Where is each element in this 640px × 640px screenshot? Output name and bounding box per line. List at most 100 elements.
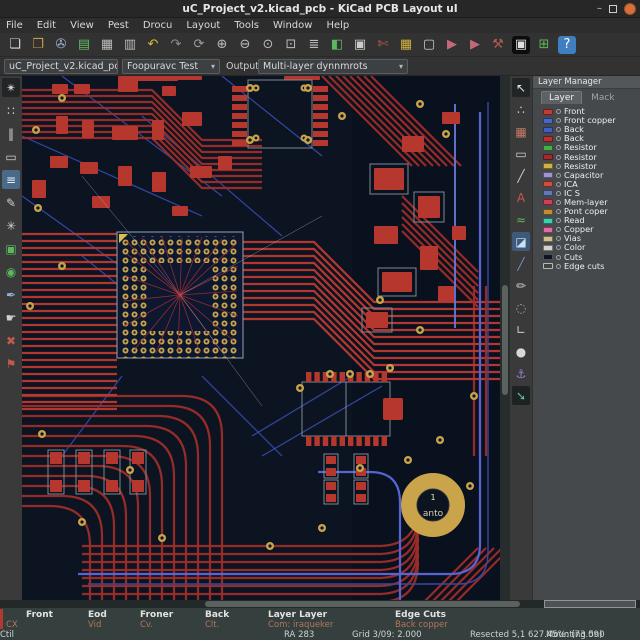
net-table-icon[interactable]: ▦ [397, 36, 415, 54]
layer-color-swatch[interactable] [543, 235, 553, 242]
track-lines-icon[interactable]: ≡ [2, 170, 20, 189]
layer-color-swatch[interactable] [543, 144, 553, 151]
zoom-out-icon[interactable]: ⊖ [236, 36, 254, 54]
redo-icon[interactable]: ↷ [167, 36, 185, 54]
layer-radio[interactable] [556, 136, 561, 142]
hierarchy-icon[interactable]: ≣ [305, 36, 323, 54]
line-tool-icon[interactable]: ╱ [512, 166, 530, 185]
layer-color-swatch[interactable] [543, 108, 553, 115]
text-tool-icon[interactable]: A [512, 188, 530, 207]
menu-item[interactable]: Help [326, 20, 349, 31]
help-icon[interactable]: ? [558, 35, 576, 54]
layer-row[interactable]: Front copper [543, 116, 640, 125]
layer-radio[interactable] [556, 181, 561, 187]
layer-row[interactable]: Color [543, 243, 640, 252]
draw-pen-icon[interactable]: ✎ [2, 193, 20, 212]
route-tool-icon[interactable]: ✄ [374, 36, 392, 54]
layer-radio[interactable] [556, 236, 561, 242]
close-button[interactable] [624, 3, 636, 15]
test-select[interactable]: Foopuravc Test ▾ [122, 59, 220, 74]
horizontal-scrollbar-handle[interactable] [205, 601, 520, 607]
refresh-icon[interactable]: ⟳ [190, 36, 208, 54]
minimize-button[interactable]: – [597, 4, 602, 14]
ink-pen-icon[interactable]: ✒ [2, 285, 20, 304]
new-board-icon[interactable]: ❏ [6, 36, 24, 54]
blue-line-icon[interactable]: ╱ [512, 254, 530, 273]
ruler-icon[interactable]: ▭ [2, 147, 20, 166]
menu-item[interactable]: Edit [37, 20, 56, 31]
zoom-selection-icon[interactable]: ⊡ [282, 36, 300, 54]
vertical-scrollbar[interactable] [500, 76, 510, 600]
layer-radio[interactable] [556, 127, 561, 133]
dimension-icon[interactable]: ≈ [512, 210, 530, 229]
zone-fill-icon[interactable]: ◪ [512, 232, 530, 251]
sheet-settings-icon[interactable]: ▤ [75, 36, 93, 54]
pencil-icon[interactable]: ✏ [512, 276, 530, 295]
layer-color-swatch[interactable] [543, 244, 553, 251]
dot-tool-icon[interactable]: ◉ [2, 262, 20, 281]
footprint-pair-icon[interactable]: ◧ [328, 36, 346, 54]
horizontal-scrollbar[interactable] [0, 600, 640, 608]
run-fabrication-icon[interactable]: ▶ [443, 36, 461, 54]
zoom-in-icon[interactable]: ⊕ [213, 36, 231, 54]
layer-radio[interactable] [556, 209, 561, 215]
zoom-fit-icon[interactable]: ⊙ [259, 36, 277, 54]
layer-radio[interactable] [556, 199, 561, 205]
layer-color-swatch[interactable] [543, 190, 553, 197]
anchor-tool-icon[interactable]: ⚓ [512, 364, 530, 383]
layer-radio[interactable] [556, 118, 561, 124]
layer-radio[interactable] [556, 145, 561, 151]
pad-tool-icon[interactable]: ▣ [351, 36, 369, 54]
layer-row[interactable]: Vias [543, 234, 640, 243]
save-icon[interactable]: ✇ [52, 36, 70, 54]
frame-tool-icon[interactable]: ▣ [2, 239, 20, 258]
selection-frame-icon[interactable]: ▢ [420, 36, 438, 54]
measure-icon[interactable]: ‖ [2, 124, 20, 143]
layer-color-swatch[interactable] [543, 199, 553, 206]
menu-item[interactable]: Drocu [143, 20, 173, 31]
layer-color-swatch[interactable] [543, 263, 553, 270]
ratsnest-icon[interactable]: ∴ [512, 100, 530, 119]
selector-tool-icon[interactable]: ✴ [2, 78, 20, 97]
layer-color-swatch[interactable] [543, 181, 553, 188]
star-tool-icon[interactable]: ✳ [2, 216, 20, 235]
layer-color-swatch[interactable] [543, 254, 553, 261]
drc-tool-icon[interactable]: ⚒ [489, 36, 507, 54]
layer-radio[interactable] [556, 254, 561, 260]
vertical-scrollbar-handle[interactable] [502, 285, 508, 395]
layer-row[interactable]: ICA [543, 179, 640, 189]
layer-radio[interactable] [556, 245, 561, 251]
layer-radio[interactable] [556, 190, 561, 196]
layer-color-swatch[interactable] [543, 117, 553, 124]
layer-color-swatch[interactable] [543, 126, 553, 133]
tab-mack[interactable]: Mack [584, 92, 621, 104]
menu-item[interactable]: View [70, 20, 94, 31]
footprint-icon[interactable]: ▦ [512, 122, 530, 141]
rect-select-icon[interactable]: ▭ [512, 144, 530, 163]
layer-color-swatch[interactable] [543, 154, 553, 161]
circle-tool-icon[interactable]: ◌ [512, 298, 530, 317]
open-board-icon[interactable]: ❐ [29, 36, 47, 54]
layer-color-swatch[interactable] [543, 226, 553, 233]
route-diag-icon[interactable]: ➘ [512, 386, 530, 405]
layer-radio[interactable] [556, 163, 561, 169]
high-contrast-icon[interactable]: ▣ [512, 35, 530, 54]
menu-item[interactable]: Pest [108, 20, 129, 31]
flag-tool-icon[interactable]: ⚑ [2, 354, 20, 373]
point-tool-icon[interactable]: ● [512, 342, 530, 361]
layer-color-swatch[interactable] [543, 217, 553, 224]
menu-item[interactable]: File [6, 20, 23, 31]
layer-row[interactable]: Edge cuts [543, 261, 640, 271]
menu-item[interactable]: Layout [186, 20, 220, 31]
board-file-select[interactable]: uC_Project_v2.kicad_pcb ▾ [4, 59, 118, 74]
layer-row[interactable]: Capacitor [543, 170, 640, 180]
layer-radio[interactable] [556, 154, 561, 160]
output-select[interactable]: Multi-layer dynnmrots ▾ [258, 59, 408, 74]
layer-color-swatch[interactable] [543, 135, 553, 142]
layer-radio[interactable] [556, 227, 561, 233]
layer-color-swatch[interactable] [543, 208, 553, 215]
menu-item[interactable]: Window [273, 20, 312, 31]
calculator-icon[interactable]: ⊞ [535, 36, 553, 54]
plot-icon[interactable]: ▥ [121, 36, 139, 54]
corner-tool-icon[interactable]: ∟ [512, 320, 530, 339]
